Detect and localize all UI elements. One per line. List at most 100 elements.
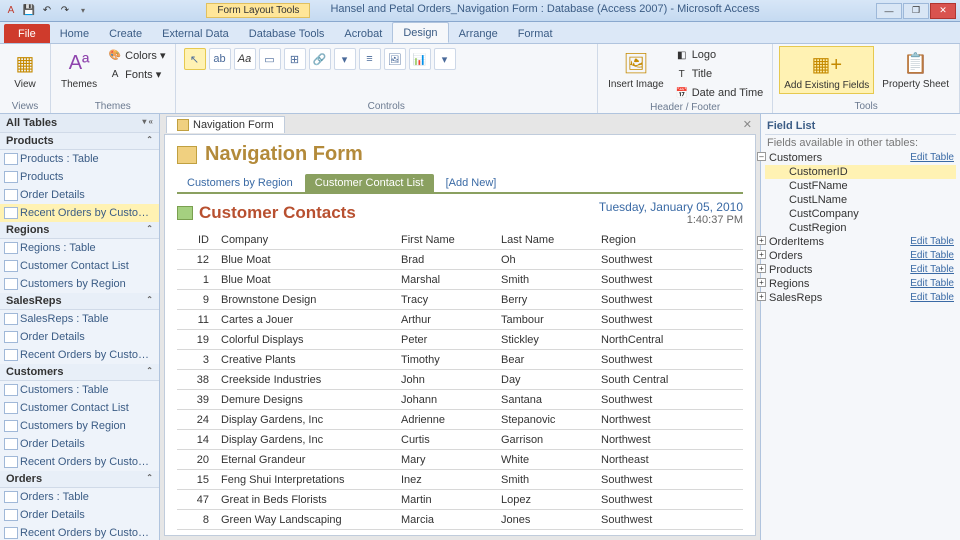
navpane-item[interactable]: Recent Orders by Customer	[0, 524, 159, 540]
list-control-icon[interactable]: ≡	[359, 48, 381, 70]
table-row[interactable]: 9Brownstone DesignTracyBerrySouthwest	[177, 290, 743, 310]
close-document-icon[interactable]: ✕	[743, 118, 760, 131]
colors-button[interactable]: 🎨Colors ▾	[105, 46, 168, 64]
ribbon-tab-format[interactable]: Format	[508, 24, 563, 43]
nav-form-tab[interactable]: Customers by Region	[177, 174, 303, 192]
redo-icon[interactable]: ↷	[58, 4, 72, 18]
gallery-more-icon[interactable]: ▾	[434, 48, 456, 70]
field-list-field[interactable]: CustomerID	[765, 165, 956, 179]
navpane-group[interactable]: Products⌃	[0, 133, 159, 150]
controls-gallery[interactable]: ↖ ab Aa ▭ ⊞ 🔗 ▾ ≡ 🖼 📊 ▾	[182, 46, 458, 72]
insert-image-button[interactable]: 🖼Insert Image	[604, 46, 668, 92]
field-list-field[interactable]: CustCompany	[765, 207, 956, 221]
file-tab[interactable]: File	[4, 24, 50, 43]
navpane-item[interactable]: Recent Orders by Customer	[0, 204, 159, 222]
navpane-item[interactable]: Customer Contact List	[0, 399, 159, 417]
view-button[interactable]: ▦View	[6, 46, 44, 92]
cell: Smith	[497, 274, 597, 286]
navpane-item[interactable]: Customers : Table	[0, 381, 159, 399]
table-row[interactable]: 11Cartes a JouerArthurTambourSouthwest	[177, 310, 743, 330]
property-sheet-button[interactable]: 📋Property Sheet	[878, 46, 953, 92]
navpane-group[interactable]: Customers⌃	[0, 364, 159, 381]
column-header[interactable]: Company	[217, 234, 397, 246]
textbox-control-icon[interactable]: ab	[209, 48, 231, 70]
nav-form-tab[interactable]: [Add New]	[436, 174, 507, 192]
ribbon-tab-create[interactable]: Create	[99, 24, 152, 43]
field-list-table[interactable]: –CustomersEdit Table	[765, 151, 956, 165]
table-row[interactable]: 24Display Gardens, IncAdrienneStepanovic…	[177, 410, 743, 430]
navpane-group[interactable]: Orders⌃	[0, 471, 159, 488]
link-control-icon[interactable]: 🔗	[309, 48, 331, 70]
navpane-item[interactable]: Regions : Table	[0, 239, 159, 257]
label-control-icon[interactable]: Aa	[234, 48, 256, 70]
title-button[interactable]: TTitle	[672, 65, 767, 83]
field-list-table[interactable]: +OrdersEdit Table	[765, 249, 956, 263]
table-row[interactable]: 15Feng Shui InterpretationsInezSmithSout…	[177, 470, 743, 490]
undo-icon[interactable]: ↶	[40, 4, 54, 18]
form-title: Navigation Form	[205, 143, 363, 166]
add-existing-fields-button[interactable]: ▦+Add Existing Fields	[779, 46, 874, 94]
column-header[interactable]: Last Name	[497, 234, 597, 246]
fonts-button[interactable]: AFonts ▾	[105, 65, 168, 83]
navpane-group[interactable]: Regions⌃	[0, 222, 159, 239]
field-list-table[interactable]: +SalesRepsEdit Table	[765, 291, 956, 305]
ribbon-tab-acrobat[interactable]: Acrobat	[334, 24, 392, 43]
chart-control-icon[interactable]: 📊	[409, 48, 431, 70]
maximize-button[interactable]: ❐	[903, 3, 929, 19]
navpane-item[interactable]: Customers by Region	[0, 275, 159, 293]
field-list-field[interactable]: CustRegion	[765, 221, 956, 235]
column-header[interactable]: ID	[177, 234, 217, 246]
table-row[interactable]: 20Eternal GrandeurMaryWhiteNortheast	[177, 450, 743, 470]
themes-button[interactable]: AªThemes	[57, 46, 101, 92]
table-row[interactable]: 38Creekside IndustriesJohnDaySouth Centr…	[177, 370, 743, 390]
combo-control-icon[interactable]: ▾	[334, 48, 356, 70]
navpane-header[interactable]: All Tables▾ «	[0, 114, 159, 133]
cell: Feng Shui Interpretations	[217, 474, 397, 486]
table-row[interactable]: 1Blue MoatMarshalSmithSouthwest	[177, 270, 743, 290]
save-icon[interactable]: 💾	[22, 4, 36, 18]
ribbon-tab-database-tools[interactable]: Database Tools	[239, 24, 335, 43]
select-control-icon[interactable]: ↖	[184, 48, 206, 70]
column-header[interactable]: First Name	[397, 234, 497, 246]
field-list-field[interactable]: CustLName	[765, 193, 956, 207]
table-row[interactable]: 3Creative PlantsTimothyBearSouthwest	[177, 350, 743, 370]
tab-control-icon[interactable]: ⊞	[284, 48, 306, 70]
date-time-button[interactable]: 📅Date and Time	[672, 84, 767, 102]
button-control-icon[interactable]: ▭	[259, 48, 281, 70]
navpane-item[interactable]: Customers by Region	[0, 417, 159, 435]
field-list-table[interactable]: +ProductsEdit Table	[765, 263, 956, 277]
table-row[interactable]: 12Blue MoatBradOhSouthwest	[177, 250, 743, 270]
image-control-icon[interactable]: 🖼	[384, 48, 406, 70]
navpane-item[interactable]: Customer Contact List	[0, 257, 159, 275]
navpane-item[interactable]: Products : Table	[0, 150, 159, 168]
field-list-table[interactable]: +RegionsEdit Table	[765, 277, 956, 291]
navpane-item[interactable]: Orders : Table	[0, 488, 159, 506]
navpane-item[interactable]: Order Details	[0, 506, 159, 524]
table-row[interactable]: 39Demure DesignsJohannSantanaSouthwest	[177, 390, 743, 410]
navpane-item[interactable]: Order Details	[0, 186, 159, 204]
document-tab[interactable]: Navigation Form	[166, 116, 285, 133]
ribbon-tab-external-data[interactable]: External Data	[152, 24, 239, 43]
nav-form-tab[interactable]: Customer Contact List	[305, 174, 434, 192]
navpane-item[interactable]: Order Details	[0, 328, 159, 346]
ribbon-tab-design[interactable]: Design	[392, 22, 448, 43]
field-list-table[interactable]: +OrderItemsEdit Table	[765, 235, 956, 249]
field-list-field[interactable]: CustFName	[765, 179, 956, 193]
ribbon-tab-arrange[interactable]: Arrange	[449, 24, 508, 43]
table-row[interactable]: 19Colorful DisplaysPeterStickleyNorthCen…	[177, 330, 743, 350]
navpane-item[interactable]: Recent Orders by Customer	[0, 453, 159, 471]
table-row[interactable]: 47Great in Beds FloristsMartinLopezSouth…	[177, 490, 743, 510]
close-button[interactable]: ✕	[930, 3, 956, 19]
navpane-item[interactable]: Products	[0, 168, 159, 186]
logo-button[interactable]: ◧Logo	[672, 46, 767, 64]
qat-dropdown-icon[interactable]: ▾	[76, 4, 90, 18]
ribbon-tab-home[interactable]: Home	[50, 24, 99, 43]
navpane-item[interactable]: Order Details	[0, 435, 159, 453]
column-header[interactable]: Region	[597, 234, 717, 246]
navpane-item[interactable]: SalesReps : Table	[0, 310, 159, 328]
navpane-group[interactable]: SalesReps⌃	[0, 293, 159, 310]
minimize-button[interactable]: —	[876, 3, 902, 19]
table-row[interactable]: 8Green Way LandscapingMarciaJonesSouthwe…	[177, 510, 743, 530]
table-row[interactable]: 14Display Gardens, IncCurtisGarrisonNort…	[177, 430, 743, 450]
navpane-item[interactable]: Recent Orders by Customer	[0, 346, 159, 364]
